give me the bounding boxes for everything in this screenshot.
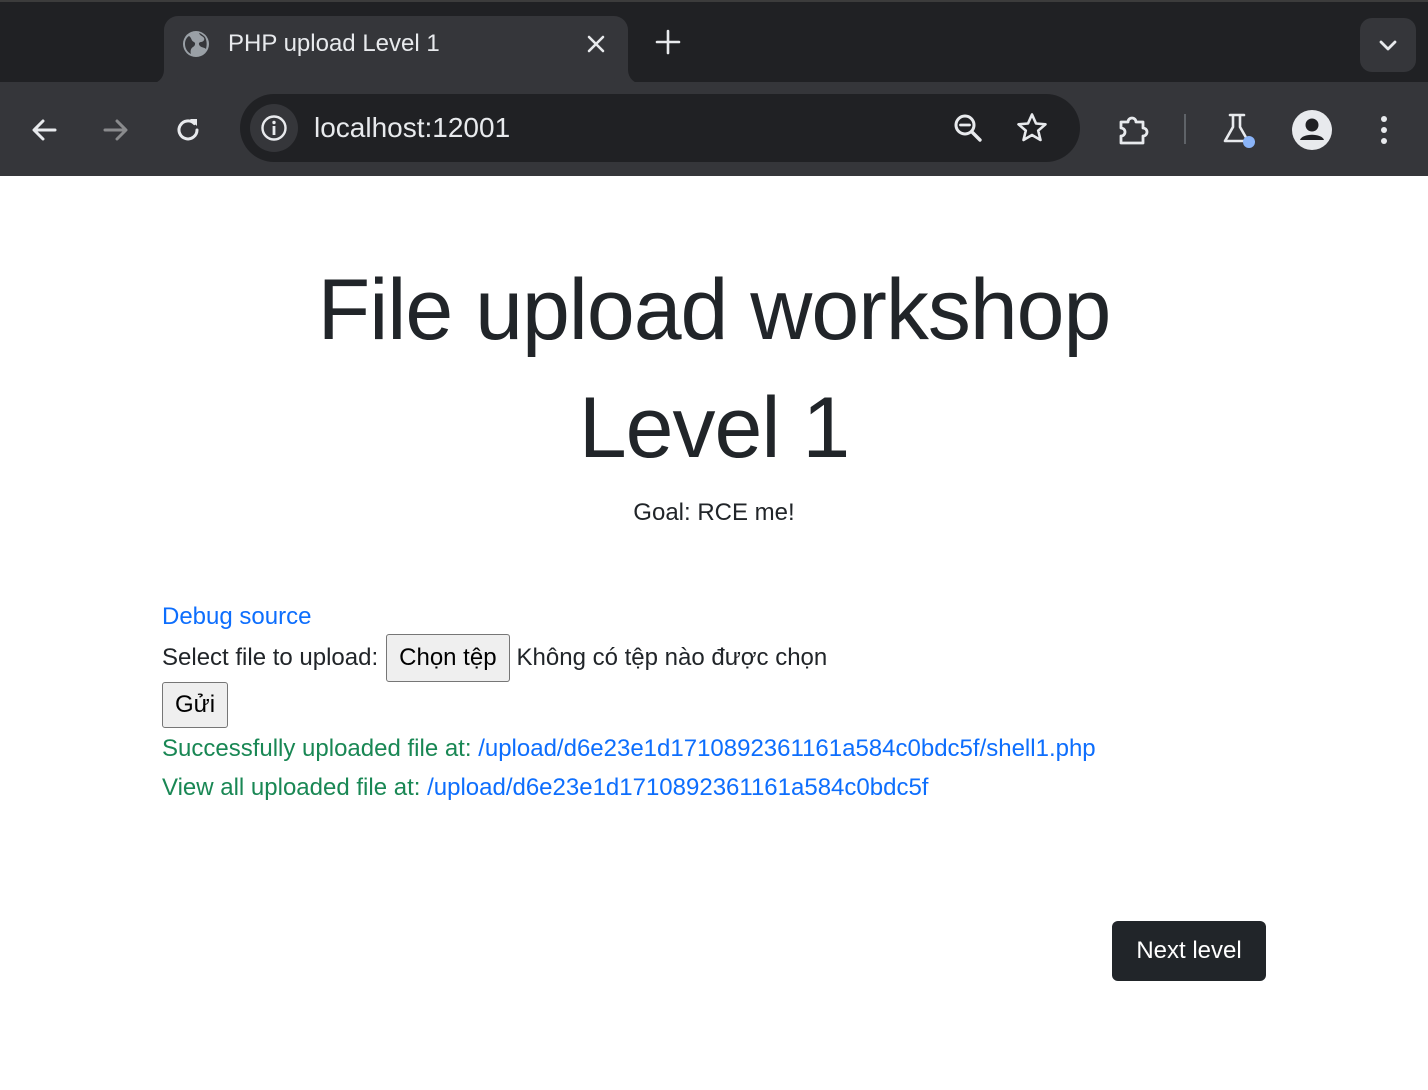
globe-icon [182, 30, 210, 58]
kebab-menu-icon[interactable] [1360, 106, 1408, 154]
goal-text: Goal: RCE me! [633, 499, 795, 526]
puzzle-icon[interactable] [1110, 106, 1158, 154]
success-label: Successfully uploaded file at: [162, 735, 472, 762]
submit-button[interactable]: Gửi [162, 682, 229, 728]
upload-folder-link[interactable]: /upload/d6e23e1d1710892361161a584c0bdc5f [427, 774, 928, 801]
select-file-label: Select file to upload: [162, 644, 379, 671]
profile-icon[interactable] [1288, 106, 1336, 154]
info-icon[interactable] [250, 104, 298, 152]
plus-icon[interactable] [648, 24, 688, 60]
level-title: Level 1 [578, 380, 850, 476]
choose-file-button[interactable]: Chọn tệp [386, 634, 510, 682]
no-file-chosen-text: Không có tệp nào được chọn [516, 644, 828, 671]
arrow-right-icon[interactable] [92, 106, 140, 154]
active-tab[interactable]: PHP upload Level 1 [164, 16, 628, 84]
view-all-message: View all uploaded file at: /upload/d6e23… [162, 773, 928, 803]
file-select-row: Select file to upload: Chọn tệp Không có… [162, 634, 827, 682]
flask-icon[interactable] [1214, 106, 1262, 154]
next-level-button[interactable]: Next level [1112, 921, 1266, 981]
arrow-left-icon[interactable] [20, 106, 68, 154]
zoom-out-icon[interactable] [948, 108, 988, 148]
close-icon[interactable] [582, 30, 610, 58]
tab-title: PHP upload Level 1 [228, 30, 440, 57]
view-all-label: View all uploaded file at: [162, 774, 421, 801]
address-bar[interactable]: localhost:12001 [240, 94, 1080, 162]
tab-strip: PHP upload Level 1 [0, 0, 1428, 84]
reload-icon[interactable] [164, 106, 212, 154]
success-message: Successfully uploaded file at: /upload/d… [162, 734, 1096, 764]
toolbar-divider [1184, 114, 1186, 144]
chevron-down-icon[interactable] [1360, 18, 1416, 72]
url-text[interactable]: localhost:12001 [314, 111, 510, 145]
star-icon[interactable] [1012, 108, 1052, 148]
page-content: File upload workshop Level 1 Goal: RCE m… [0, 176, 1428, 1090]
page-title: File upload workshop [317, 262, 1112, 358]
browser-toolbar: localhost:12001 [0, 82, 1428, 176]
uploaded-file-link[interactable]: /upload/d6e23e1d1710892361161a584c0bdc5f… [478, 735, 1095, 762]
debug-source-link[interactable]: Debug source [162, 602, 311, 632]
